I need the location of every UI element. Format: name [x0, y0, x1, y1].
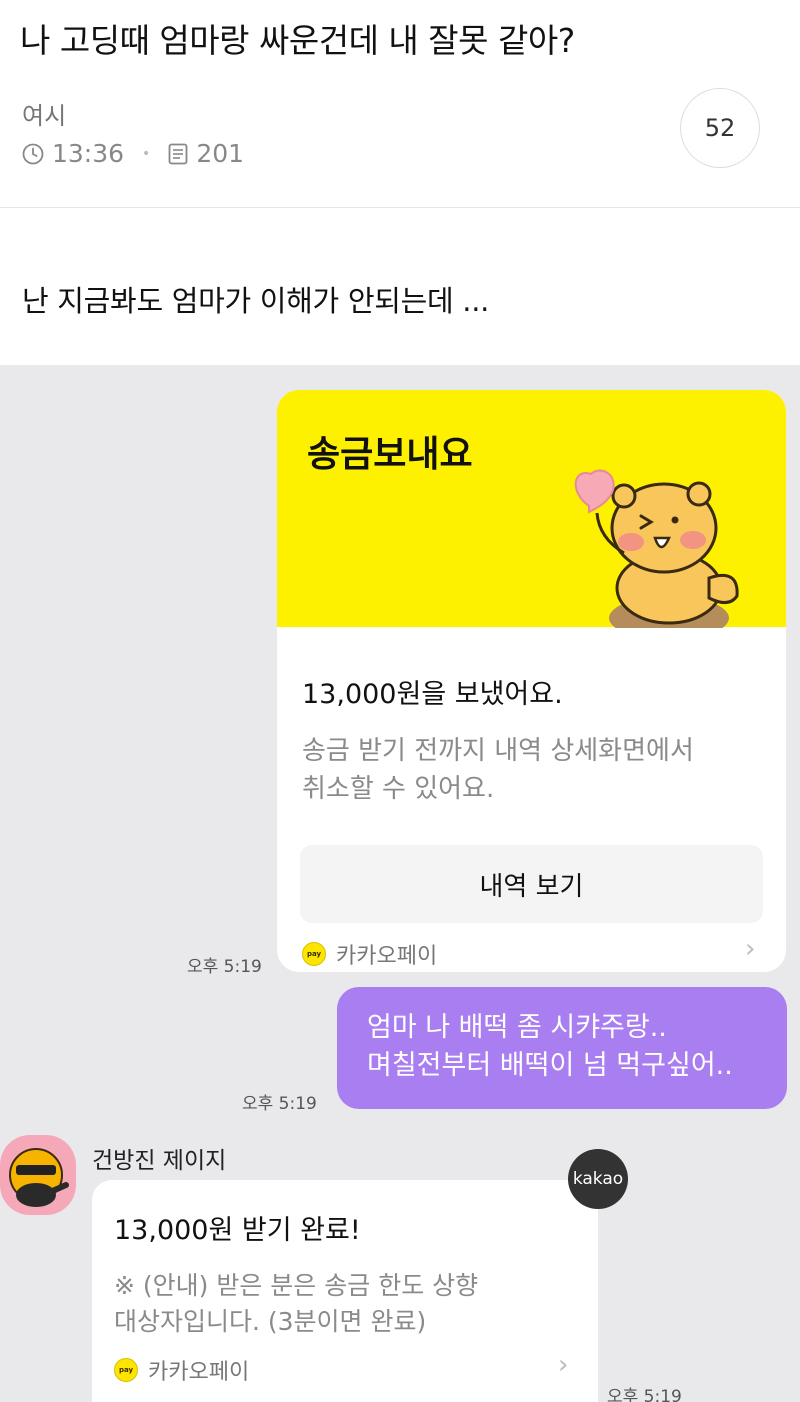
receive-complete-title: 13,000원 받기 완료! — [114, 1215, 361, 1246]
pay-banner-title: 송금보내요 — [307, 434, 473, 475]
kakaopay-logo-icon: pay — [302, 942, 326, 966]
pay-service-name: 카카오페이 — [148, 1360, 250, 1385]
receive-notice-line: ※ (안내) 받은 분은 송금 한도 상향 — [114, 1271, 479, 1300]
kakaopay-logo-icon: pay — [114, 1358, 138, 1382]
message-time: 오후 5:19 — [187, 957, 262, 977]
post-views-value: 201 — [196, 139, 245, 168]
user-message-bubble: 엄마 나 배떡 좀 시캬주랑.. 며칠전부터 배떡이 넘 먹구싶어.. — [337, 987, 787, 1109]
mascot-heart-image — [574, 469, 739, 628]
pay-service-footer[interactable]: pay 카카오페이 — [114, 1354, 249, 1386]
receive-notice-line: 대상자입니다. (3분이면 완료) — [114, 1307, 427, 1336]
message-line: 엄마 나 배떡 좀 시캬주랑.. — [367, 1012, 667, 1043]
clock-icon — [22, 143, 44, 164]
sender-name: 건방진 제이지 — [92, 1148, 227, 1174]
author-name[interactable]: 여시 — [22, 96, 66, 131]
post-header: 나 고딩때 엄마랑 싸운건데 내 잘못 같아? 여시 13:36 • 201 5… — [0, 0, 800, 208]
chevron-right-icon: › — [558, 1350, 569, 1380]
post-meta: 13:36 • 201 — [22, 139, 244, 168]
pay-send-card: 송금보내요 13,000원을 보냈어요. 송금 받기 전까지 내역 상세화면에서… — [277, 390, 786, 972]
chevron-right-icon: › — [745, 934, 756, 964]
post-body: 난 지금봐도 엄마가 이해가 안되는데 ... — [22, 284, 490, 318]
chat-screenshot: 송금보내요 13,000원을 보냈어요. 송금 받기 전까지 내역 상세화면에서… — [0, 365, 800, 1402]
meta-separator: • — [142, 145, 151, 162]
post-views: 201 — [168, 139, 244, 168]
post-title: 나 고딩때 엄마랑 싸운건데 내 잘못 같아? — [20, 21, 575, 60]
document-icon — [168, 143, 188, 164]
message-time: 오후 5:19 — [607, 1387, 682, 1402]
sent-amount-text: 13,000원을 보냈어요. — [302, 679, 563, 710]
pay-service-name: 카카오페이 — [336, 944, 438, 969]
message-time: 오후 5:19 — [242, 1094, 317, 1114]
post-time-value: 13:36 — [52, 139, 125, 168]
post-time: 13:36 — [22, 139, 124, 168]
pay-banner: 송금보내요 — [277, 390, 786, 628]
pay-desc-line: 송금 받기 전까지 내역 상세화면에서 — [302, 736, 694, 766]
view-history-button[interactable]: 내역 보기 — [300, 845, 763, 923]
pay-service-footer[interactable]: pay 카카오페이 — [302, 938, 437, 970]
pay-receive-card: 13,000원 받기 완료! ※ (안내) 받은 분은 송금 한도 상향 대상자… — [92, 1180, 598, 1402]
message-line: 며칠전부터 배떡이 넘 먹구싶어.. — [367, 1050, 733, 1081]
pay-desc-line: 취소할 수 있어요. — [302, 774, 495, 804]
avatar-character-image — [9, 1148, 69, 1207]
kakao-badge: kakao — [568, 1149, 628, 1209]
comment-count-button[interactable]: 52 — [680, 88, 760, 168]
avatar[interactable] — [0, 1135, 76, 1215]
